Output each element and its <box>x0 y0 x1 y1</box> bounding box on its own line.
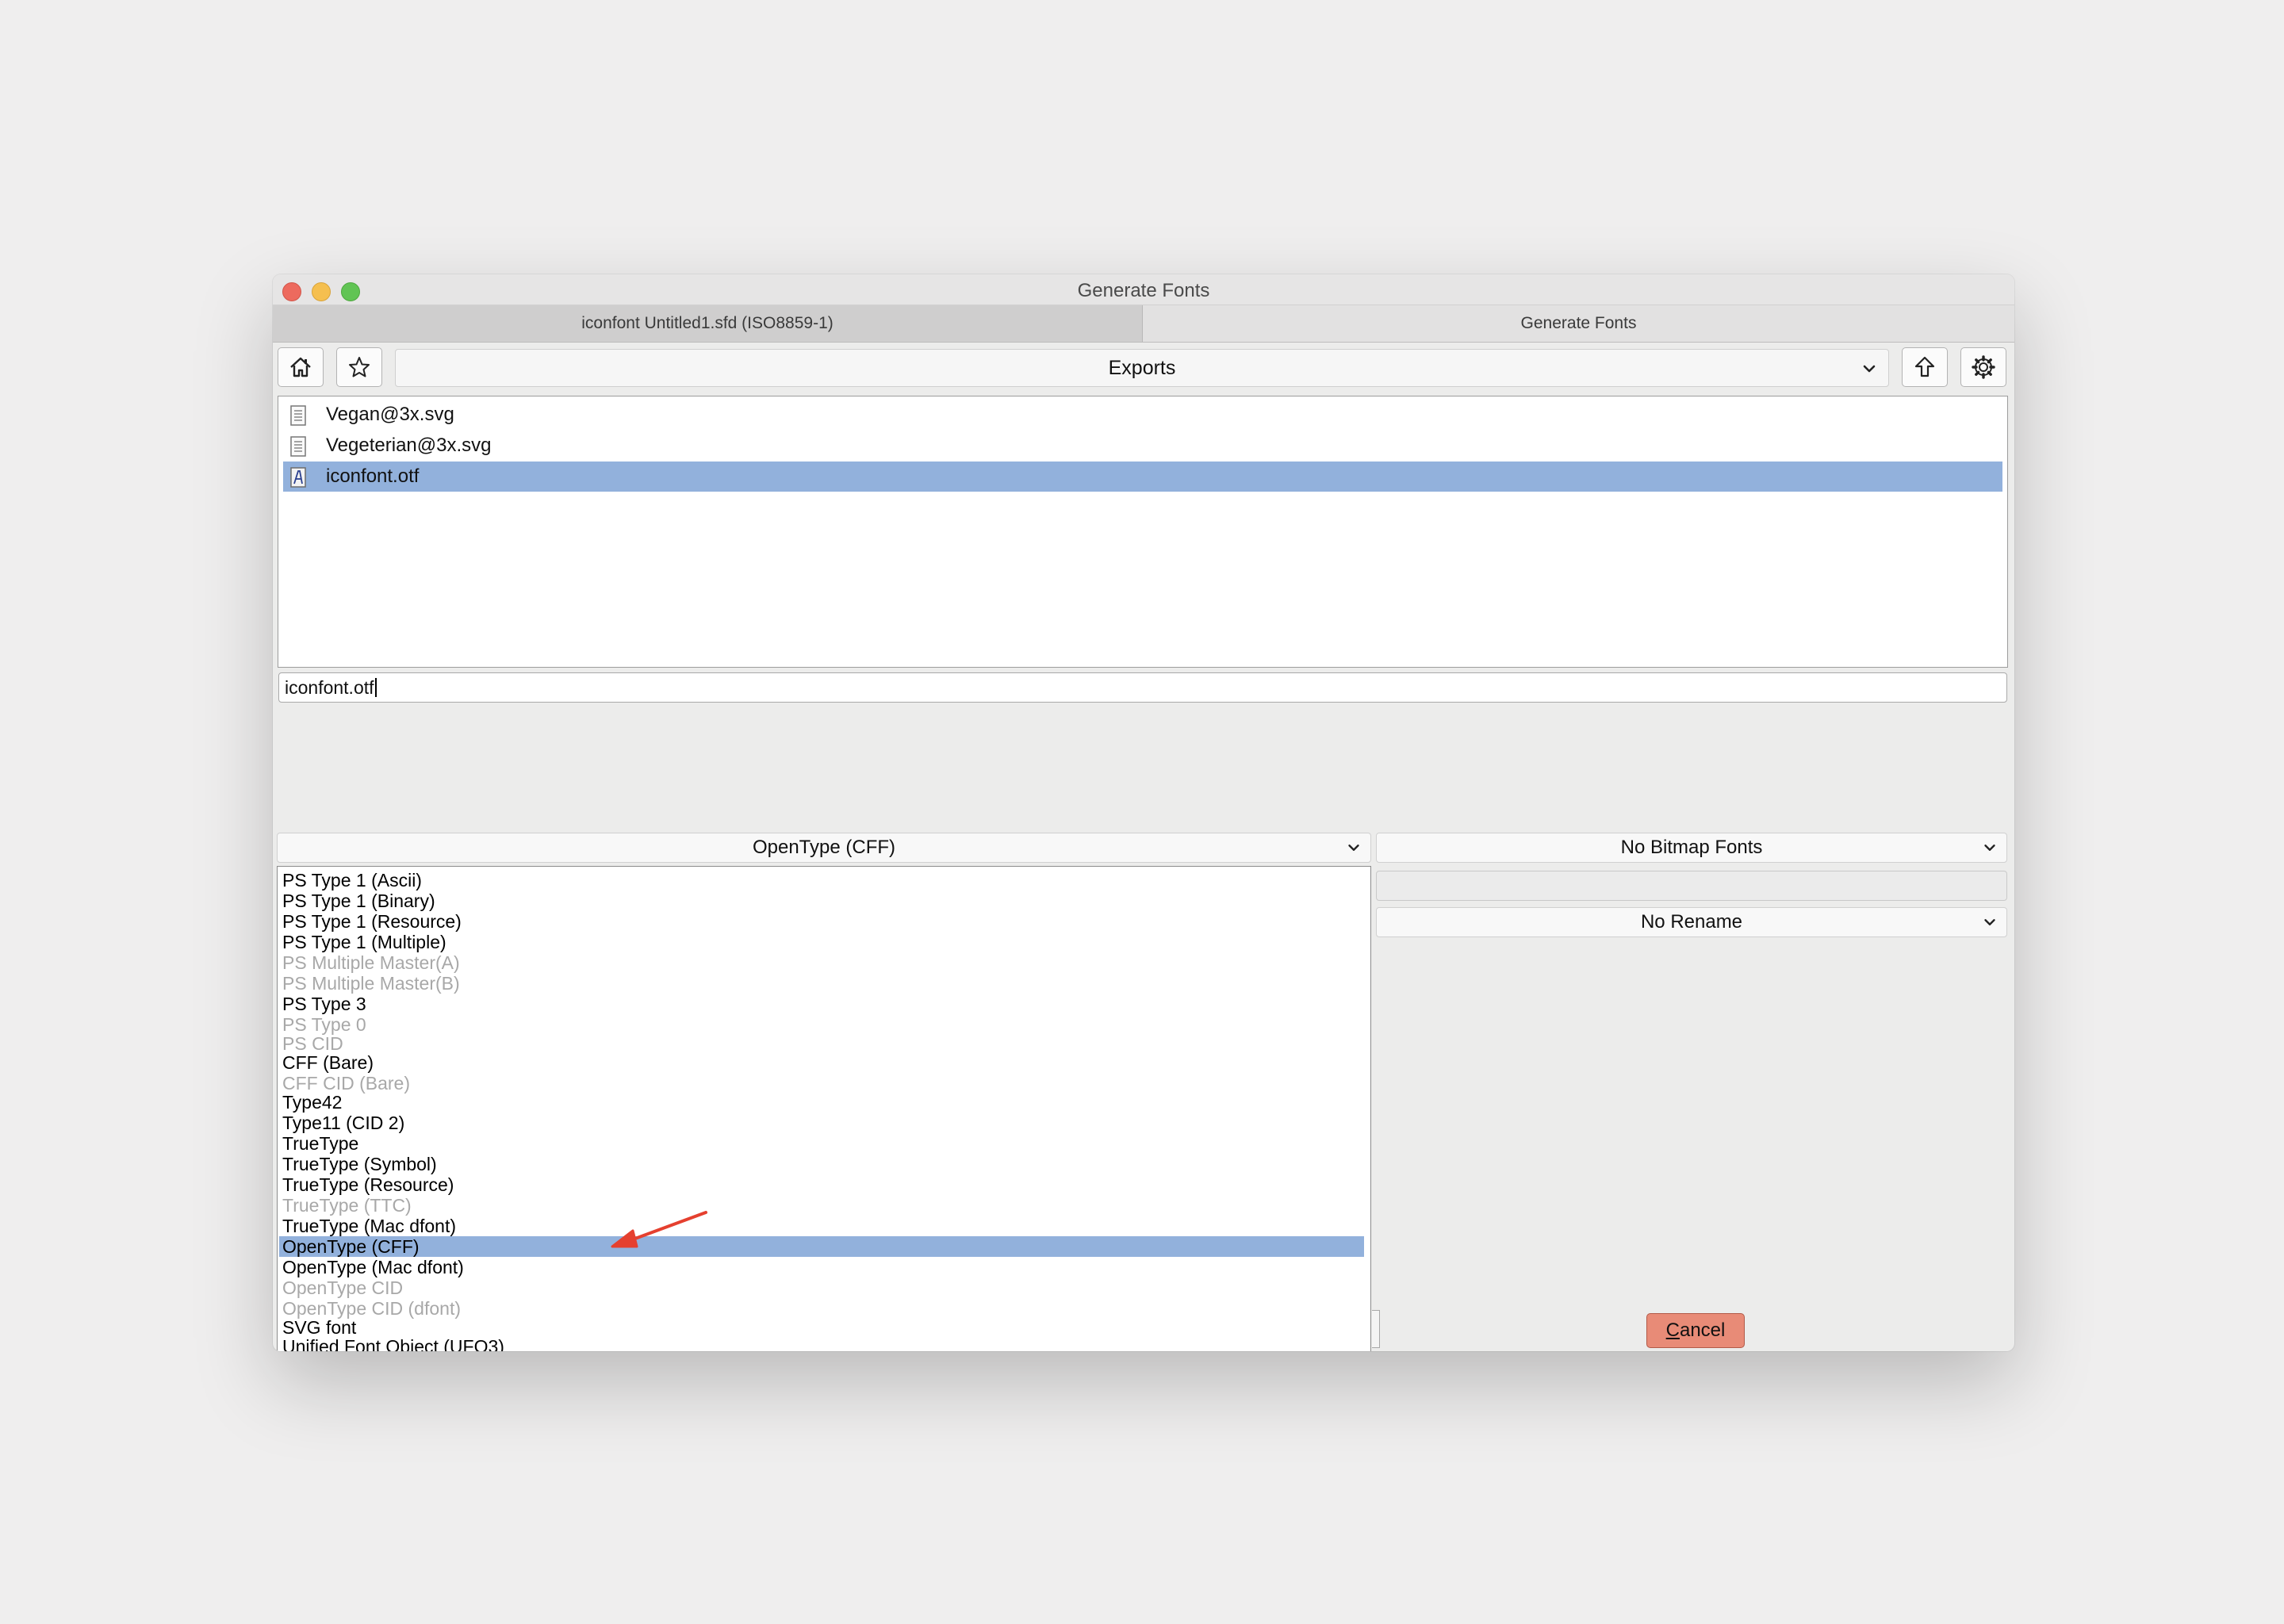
format-option[interactable]: TrueType <box>279 1133 1364 1154</box>
file-row[interactable]: Vegeterian@3x.svg <box>283 431 2002 461</box>
format-option[interactable]: PS Type 3 <box>279 994 1364 1014</box>
format-option[interactable]: Unified Font Object (UFO3) <box>279 1336 1364 1351</box>
generate-fonts-window: Generate Fonts iconfont Untitled1.sfd (I… <box>273 274 2014 1351</box>
format-option-disabled: PS Multiple Master(B) <box>282 973 460 994</box>
file-row[interactable]: Vegan@3x.svg <box>283 400 2002 430</box>
file-name: iconfont.otf <box>326 465 420 487</box>
format-option-disabled: PS Type 0 <box>282 1014 366 1035</box>
format-option-disabled: PS CID <box>282 1033 343 1054</box>
format-option[interactable]: TrueType (Resource) <box>279 1174 1364 1195</box>
text-caret <box>374 678 377 697</box>
bitmap-fonts-select-value: No Bitmap Fonts <box>1620 837 1763 858</box>
chevron-down-icon <box>1863 365 1876 373</box>
format-option[interactable]: TrueType (Mac dfont) <box>279 1216 1364 1236</box>
home-icon <box>290 357 311 377</box>
rename-select-value: No Rename <box>1640 911 1743 933</box>
document-icon <box>290 436 306 457</box>
format-option[interactable]: Type11 (CID 2) <box>279 1113 1364 1133</box>
star-icon <box>349 357 370 377</box>
format-option-disabled: OpenType CID <box>282 1277 404 1298</box>
options-button[interactable] <box>1372 1310 1380 1348</box>
arrow-up-icon <box>1914 356 1935 377</box>
tab-font-document[interactable]: iconfont Untitled1.sfd (ISO8859-1) <box>273 305 1143 342</box>
bitmap-sizes-field[interactable] <box>1376 871 2007 901</box>
tab-bar: iconfont Untitled1.sfd (ISO8859-1) Gener… <box>273 305 2014 343</box>
title-bar: Generate Fonts <box>273 274 2014 305</box>
chevron-down-icon <box>1984 845 1995 851</box>
format-option[interactable]: PS Type 1 (Binary) <box>279 891 1364 911</box>
cancel-mnemonic: C <box>1665 1320 1680 1341</box>
format-option-selected[interactable]: OpenType (CFF) <box>279 1236 1364 1257</box>
document-icon <box>290 405 306 426</box>
cancel-label-rest: ancel <box>1679 1320 1726 1341</box>
settings-button[interactable] <box>1960 347 2006 387</box>
cancel-button[interactable]: Cancel <box>1646 1313 1745 1348</box>
filename-input[interactable]: iconfont.otf <box>278 672 2007 703</box>
file-toolbar: Exports <box>273 343 2014 393</box>
filename-input-value: iconfont.otf <box>285 677 374 698</box>
file-name: Vegan@3x.svg <box>326 404 454 425</box>
directory-select[interactable]: Exports <box>395 349 1889 387</box>
format-option[interactable]: Type42 <box>279 1092 1364 1113</box>
format-option[interactable]: SVG font <box>279 1317 1364 1338</box>
format-option-disabled: TrueType (TTC) <box>282 1195 412 1216</box>
bitmap-fonts-select[interactable]: No Bitmap Fonts <box>1376 833 2007 863</box>
home-button[interactable] <box>278 347 324 387</box>
format-option[interactable]: PS Type 1 (Resource) <box>279 911 1364 932</box>
file-name: Vegeterian@3x.svg <box>326 435 492 456</box>
font-format-select[interactable]: OpenType (CFF) <box>277 833 1371 863</box>
file-row-selected[interactable]: iconfont.otf <box>283 462 2002 492</box>
format-option-disabled: OpenType CID (dfont) <box>282 1298 461 1319</box>
format-option[interactable]: TrueType (Symbol) <box>279 1154 1364 1174</box>
font-format-select-value: OpenType (CFF) <box>752 837 896 858</box>
format-option[interactable]: OpenType (Mac dfont) <box>279 1257 1364 1277</box>
rename-select[interactable]: No Rename <box>1376 907 2007 937</box>
chevron-down-icon <box>1348 845 1359 851</box>
format-option[interactable]: PS Type 1 (Multiple) <box>279 932 1364 952</box>
parent-directory-button[interactable] <box>1902 347 1948 387</box>
gear-icon <box>1972 355 1995 379</box>
font-format-dropdown-list[interactable]: PS Type 1 (Ascii) PS Type 1 (Binary) PS … <box>277 866 1371 1351</box>
directory-select-value: Exports <box>1108 357 1176 379</box>
format-option[interactable]: PS Type 1 (Ascii) <box>279 870 1364 891</box>
format-option-disabled: CFF CID (Bare) <box>282 1073 410 1094</box>
bookmarks-button[interactable] <box>336 347 382 387</box>
window-title: Generate Fonts <box>1077 280 1210 301</box>
tab-generate-fonts[interactable]: Generate Fonts <box>1143 305 2014 342</box>
format-option[interactable]: CFF (Bare) <box>279 1052 1364 1073</box>
font-file-icon <box>290 467 306 488</box>
file-list[interactable]: Vegan@3x.svg Vegeterian@3x.svg iconfont.… <box>278 396 2008 668</box>
format-option-disabled: PS Multiple Master(A) <box>282 952 460 973</box>
chevron-down-icon <box>1984 919 1995 925</box>
